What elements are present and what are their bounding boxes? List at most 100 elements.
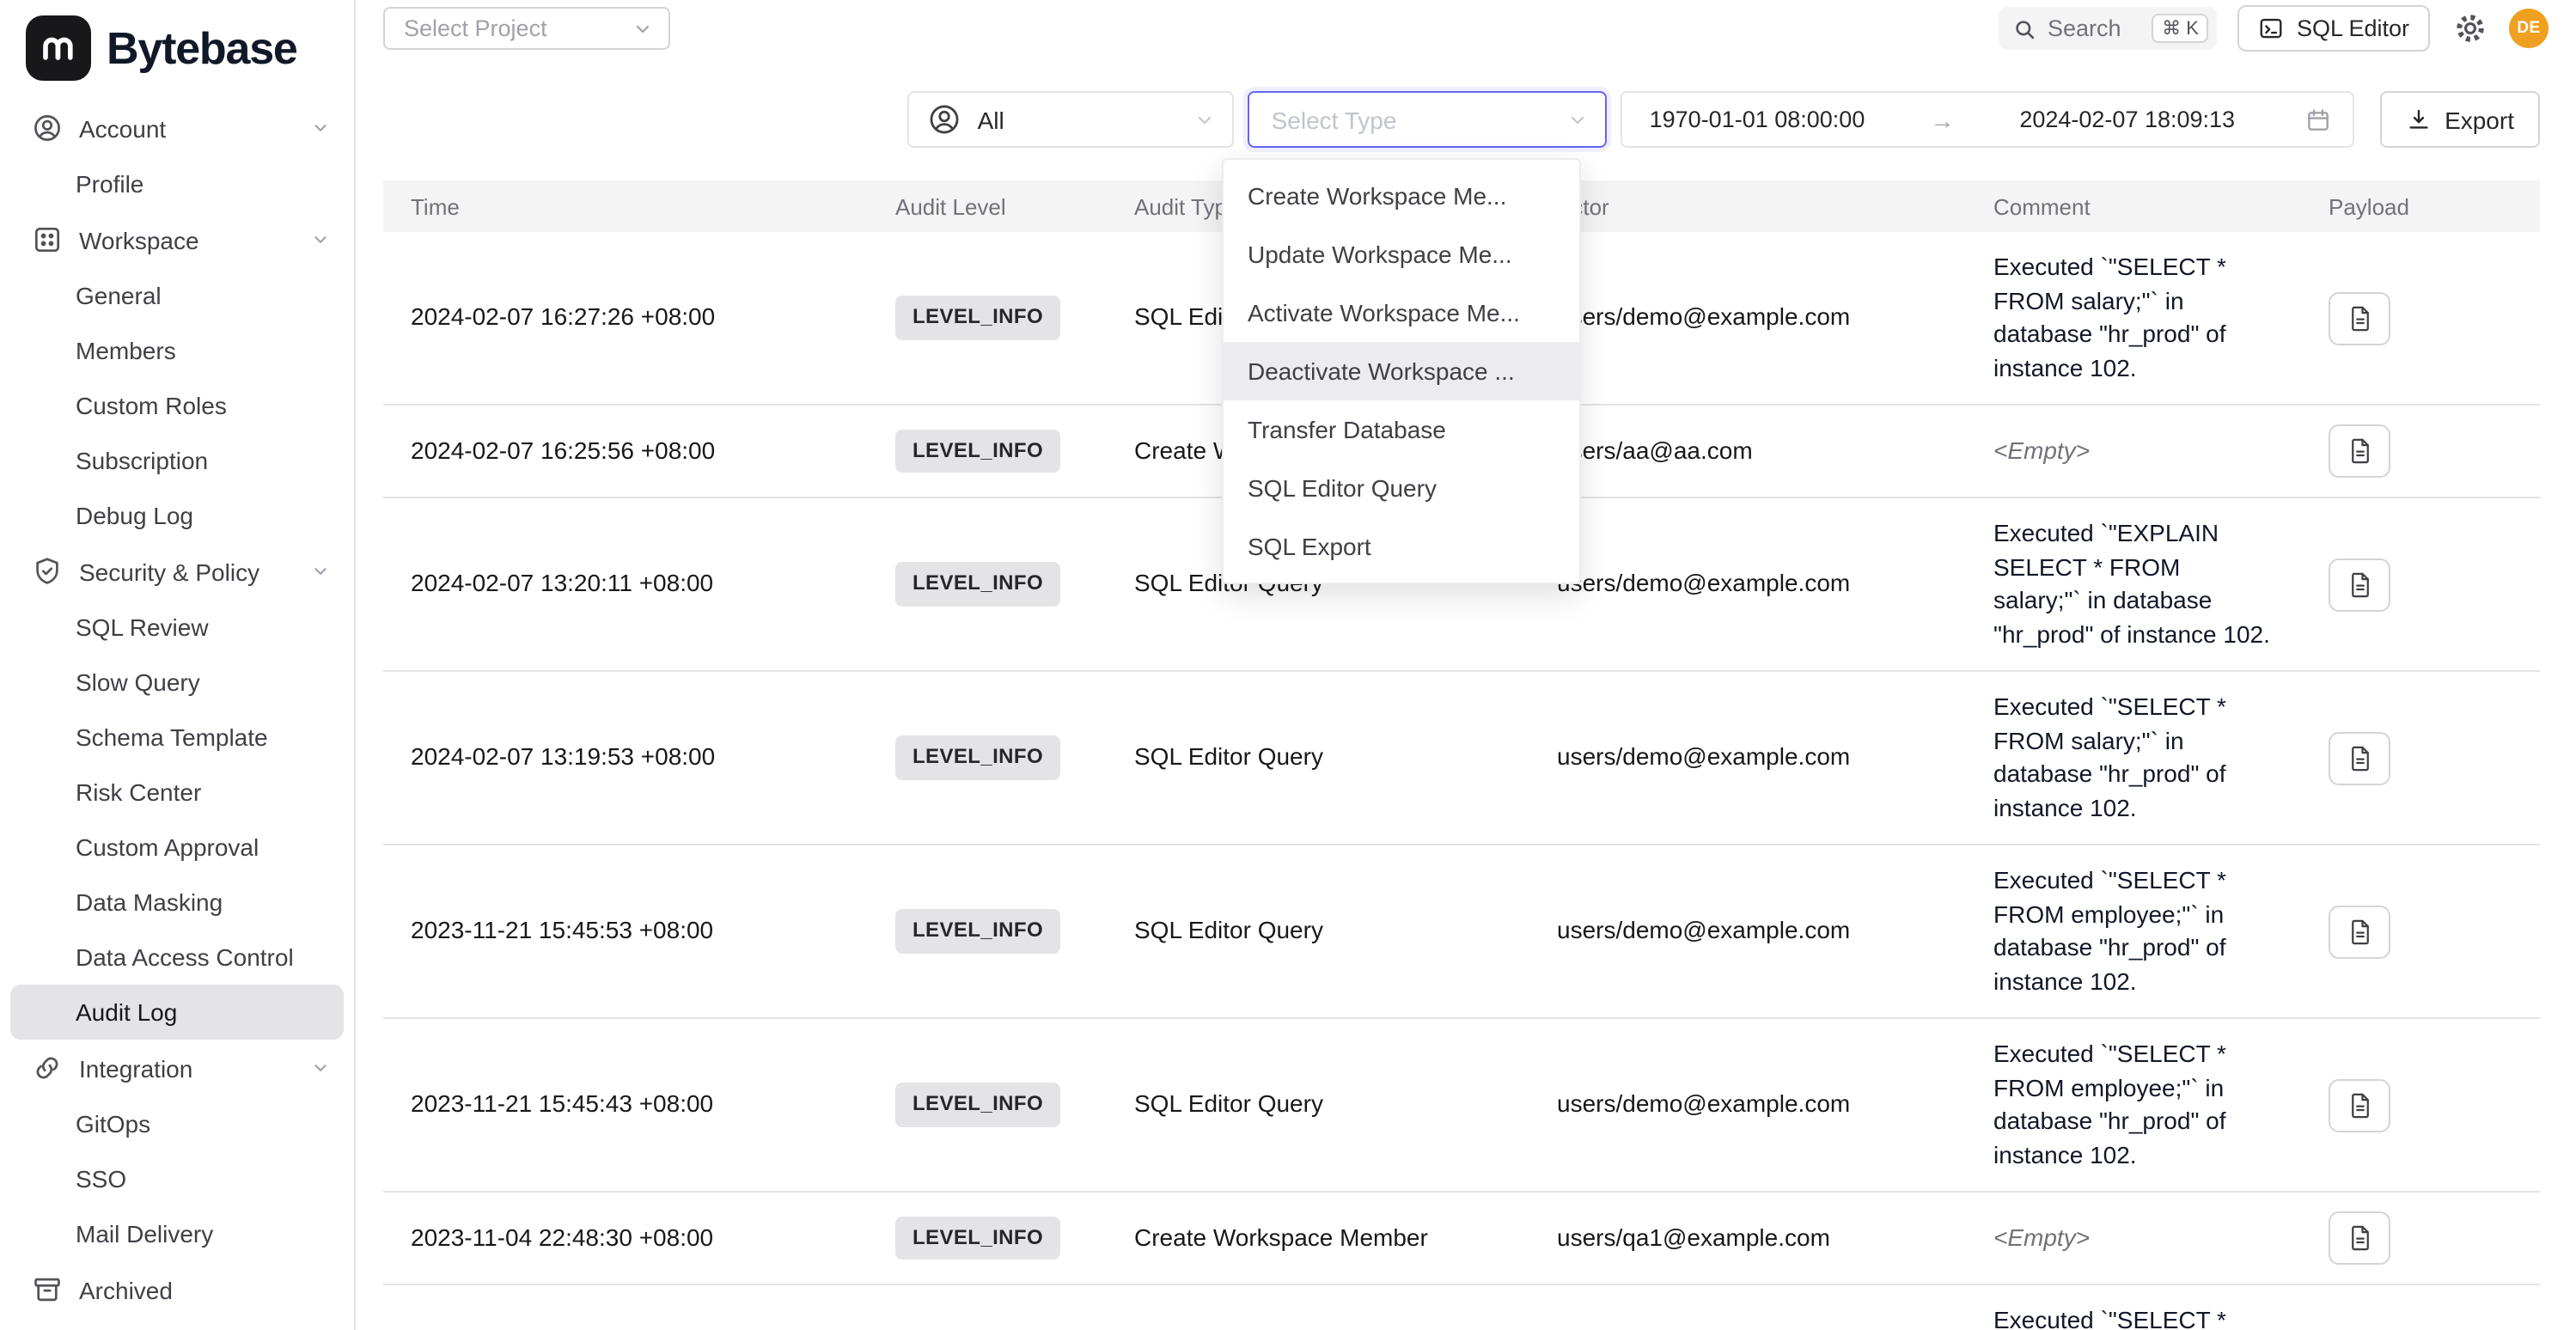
date-range-picker[interactable]: 1970-01-01 08:00:00 → 2024-02-07 18:09:1… [1621, 91, 2353, 148]
cell-actor: users/aa@aa.com [1529, 405, 1966, 497]
payload-view-button[interactable] [2329, 1211, 2390, 1265]
arrow-right-icon: → [1930, 106, 1954, 133]
project-select-value: Select Project [404, 15, 547, 41]
cell-time: 2024-02-07 13:20:11 +08:00 [383, 497, 868, 671]
level-badge: LEVEL_INFO [895, 910, 1060, 954]
archive-box-icon [31, 1273, 64, 1306]
sidebar-item-debug-log[interactable]: Debug Log [10, 488, 344, 543]
table-row: 2023-11-21 15:45:43 +08:00 LEVEL_INFO SQ… [383, 1018, 2540, 1192]
cell-type: SQL Editor Query [1107, 1284, 1529, 1330]
sidebar-item-members[interactable]: Members [10, 323, 344, 378]
sidebar-section-workspace[interactable]: Workspace [10, 211, 344, 268]
dropdown-option-activate-workspace-member[interactable]: Activate Workspace Me... [1224, 284, 1579, 342]
settings-gear-icon[interactable] [2451, 9, 2488, 47]
cell-actor: users/qa1@example.com [1529, 1192, 1966, 1284]
sidebar-item-schema-template[interactable]: Schema Template [10, 710, 344, 765]
cell-actor: users/demo@example.com [1529, 497, 1966, 671]
search-input[interactable]: Search ⌘ K [1999, 7, 2218, 50]
sidebar-section-archived[interactable]: Archived [10, 1261, 344, 1318]
chevron-down-icon [311, 562, 330, 581]
cell-actor: users/demo@example.com [1529, 671, 1966, 845]
sidebar-item-sso[interactable]: SSO [10, 1151, 344, 1206]
dropdown-option-sql-export[interactable]: SQL Export [1224, 517, 1579, 576]
sidebar-item-sql-review[interactable]: SQL Review [10, 600, 344, 655]
shield-icon [31, 555, 64, 588]
payload-view-button[interactable] [2329, 291, 2390, 345]
brand[interactable]: Bytebase [0, 0, 354, 96]
cell-comment: <Empty> [1966, 405, 2301, 497]
sidebar-section-account[interactable]: Account [10, 100, 344, 156]
integration-link-icon [31, 1052, 64, 1084]
payload-view-button[interactable] [2329, 731, 2390, 784]
sidebar-item-gitops[interactable]: GitOps [10, 1096, 344, 1151]
sidebar-item-data-masking[interactable]: Data Masking [10, 875, 344, 930]
sidebar-item-subscription[interactable]: Subscription [10, 433, 344, 488]
sidebar-item-custom-approval[interactable]: Custom Approval [10, 820, 344, 875]
dropdown-option-sql-editor-query[interactable]: SQL Editor Query [1224, 459, 1579, 517]
document-icon [2347, 1223, 2372, 1253]
cell-actor: users/demo@example.com [1529, 1018, 1966, 1192]
sidebar-section-security-policy[interactable]: Security & Policy [10, 543, 344, 600]
dropdown-option-transfer-database[interactable]: Transfer Database [1224, 400, 1579, 459]
sidebar-section-integration[interactable]: Integration [10, 1040, 344, 1096]
cell-comment: <Empty> [1966, 1192, 2301, 1284]
cell-time: 2023-11-21 15:45:53 +08:00 [383, 845, 868, 1018]
export-label: Export [2445, 106, 2514, 133]
table-row: 2023-11-04 22:48:30 +08:00 LEVEL_INFO Cr… [383, 1192, 2540, 1284]
brand-name: Bytebase [107, 21, 297, 75]
chevron-down-icon [311, 230, 330, 249]
payload-view-button[interactable] [2329, 1078, 2390, 1132]
sidebar-item-profile[interactable]: Profile [10, 156, 344, 211]
workspace-grid-icon [31, 223, 64, 256]
payload-view-button[interactable] [2329, 424, 2390, 478]
topbar-right: Search ⌘ K SQL Editor DE [1999, 5, 2549, 52]
dropdown-option-create-workspace-member[interactable]: Create Workspace Me... [1224, 167, 1579, 225]
chevron-down-icon [1194, 109, 1215, 130]
type-filter-select[interactable]: Select Type [1248, 91, 1607, 148]
sidebar-item-mail-delivery[interactable]: Mail Delivery [10, 1206, 344, 1261]
col-header-comment: Comment [1966, 180, 2301, 232]
avatar[interactable]: DE [2509, 9, 2549, 48]
cell-actor: users/demo@example.com [1529, 232, 1966, 405]
sidebar-item-risk-center[interactable]: Risk Center [10, 765, 344, 820]
payload-view-button[interactable] [2329, 558, 2390, 611]
chevron-down-icon [311, 119, 330, 137]
level-badge: LEVEL_INFO [895, 563, 1060, 607]
sidebar-item-audit-log[interactable]: Audit Log [10, 985, 344, 1040]
dropdown-option-deactivate-workspace-member[interactable]: Deactivate Workspace ... [1224, 342, 1579, 400]
cell-comment: Executed `"EXPLAIN SELECT * FROM salary;… [1966, 497, 2301, 671]
sidebar-item-general[interactable]: General [10, 268, 344, 323]
document-icon [2347, 917, 2372, 946]
sidebar-item-data-access-control[interactable]: Data Access Control [10, 930, 344, 985]
cell-type: SQL Editor Query [1107, 1018, 1529, 1192]
sidebar-item-custom-roles[interactable]: Custom Roles [10, 378, 344, 433]
sidebar-menu: Account Profile Workspace General Member… [0, 96, 354, 1318]
cell-comment: Executed `"SELECT * FROM salary;"` in da… [1966, 671, 2301, 845]
date-from: 1970-01-01 08:00:00 [1650, 107, 1865, 132]
project-select[interactable]: Select Project [383, 7, 670, 50]
search-placeholder: Search [2048, 15, 2141, 41]
cell-time: 2023-11-04 21:26:34 +08:00 [383, 1284, 868, 1330]
sql-editor-button[interactable]: SQL Editor [2238, 5, 2430, 52]
section-label: Security & Policy [79, 558, 259, 585]
chevron-down-icon [1567, 109, 1588, 130]
level-badge: LEVEL_INFO [895, 430, 1060, 473]
col-header-time: Time [383, 180, 868, 232]
payload-view-button[interactable] [2329, 905, 2390, 958]
actor-filter-select[interactable]: All [907, 91, 1234, 148]
date-to: 2024-02-07 18:09:13 [2019, 107, 2235, 132]
cell-comment: Executed `"SELECT * FROM employee;"` in … [1966, 1018, 2301, 1192]
filter-bar: All Select Type 1970-01-01 08:00:00 → 20… [356, 91, 2576, 148]
section-label: Workspace [79, 226, 199, 253]
section-label: Account [79, 114, 166, 142]
search-icon [2013, 16, 2037, 40]
dropdown-option-update-workspace-member[interactable]: Update Workspace Me... [1224, 225, 1579, 284]
user-circle-icon [926, 101, 962, 137]
sql-editor-label: SQL Editor [2297, 15, 2409, 41]
section-label: Integration [79, 1054, 192, 1082]
actor-filter-value: All [978, 106, 1179, 133]
sidebar-item-slow-query[interactable]: Slow Query [10, 655, 344, 710]
cell-time: 2024-02-07 16:27:26 +08:00 [383, 232, 868, 405]
cell-time: 2024-02-07 13:19:53 +08:00 [383, 671, 868, 845]
export-button[interactable]: Export [2379, 91, 2540, 148]
